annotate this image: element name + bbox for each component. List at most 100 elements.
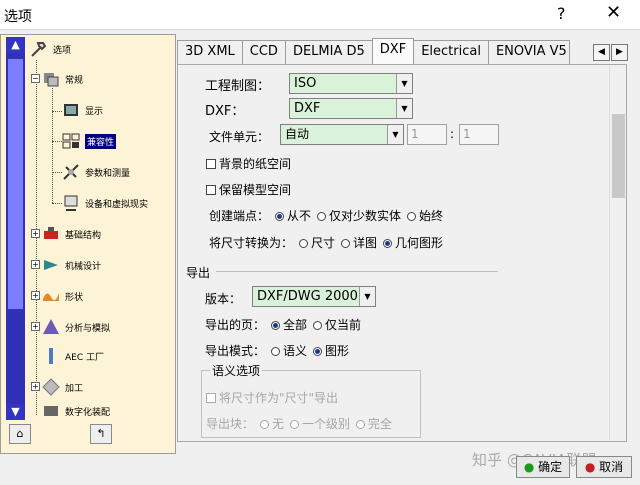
radio-endpoints-always[interactable] [407,212,417,221]
tab-delmia-d5[interactable]: DELMIA D5 [284,40,373,64]
compatibility-icon [62,133,80,149]
devices-icon [64,195,78,211]
window-title: 选项 [4,9,32,25]
tree-item-parameters[interactable]: 参数和测量 [62,163,130,181]
tab-dxf[interactable]: DXF [371,38,415,64]
tree-nav-reset-button[interactable]: ↰ [90,424,112,444]
display-icon [64,104,78,116]
parameters-icon [63,164,79,180]
tab-scroll-left-icon[interactable]: ◀ [593,44,610,61]
tree-item-infrastructure[interactable]: 基础结构 [42,225,101,243]
radio-mode-semantic[interactable] [271,347,281,356]
tab-ccd[interactable]: CCD [241,40,286,64]
scroll-down-icon[interactable]: ▼ [6,404,25,420]
dimension-convert-row: 将尺寸转换为： 尺寸 详图 几何图形 [209,236,444,250]
tree-scroll-thumb[interactable] [8,59,23,309]
chevron-down-icon[interactable]: ▼ [359,287,375,306]
expand-infrastructure-icon[interactable]: + [31,229,40,238]
tab-electrical[interactable]: Electrical [413,40,489,64]
tree-item-compatibility[interactable]: 兼容性 [62,132,117,150]
radio-dim-geometry[interactable] [383,239,393,248]
export-block-row: 导出块：无一个级别 完全 [206,417,393,431]
help-button[interactable]: ? [557,4,566,23]
chevron-down-icon[interactable]: ▼ [396,74,412,93]
radio-pages-current[interactable] [313,321,323,330]
digital-mockup-icon [44,406,58,416]
machining-icon [42,378,60,396]
tab-scroll-right-icon[interactable]: ▶ [611,44,628,61]
drawing-standard-label: 工程制图： [205,79,271,94]
home-icon: ⌂ [16,427,24,440]
tree-item-options[interactable]: 选项 [30,40,71,58]
cancel-icon: ● [584,460,596,474]
tree-item-analysis[interactable]: 分析与模拟 [42,318,110,336]
tree-item-mechanical[interactable]: 机械设计 [42,256,101,274]
drawing-standard-dropdown[interactable]: ISO ▼ [289,73,413,94]
unit-ratio-field-1[interactable]: 1 [407,124,447,145]
radio-pages-all[interactable] [271,321,281,330]
tab-3dxml[interactable]: 3D XML [177,40,243,64]
radio-block-none[interactable] [260,420,270,429]
radio-mode-graphic[interactable] [313,347,323,356]
tree-item-devices[interactable]: 设备和虚拟现实 [62,194,148,212]
semantic-options-title: 语义选项 [210,362,263,379]
chevron-down-icon[interactable]: ▼ [396,99,412,118]
expand-analysis-icon[interactable]: + [31,322,40,331]
background-paper-space-checkbox[interactable]: 背景的纸空间 [206,155,291,172]
radio-dim-dimension[interactable] [299,239,309,248]
aec-icon [49,348,53,364]
ok-icon: ● [523,460,535,474]
export-dim-as-dim-checkbox[interactable]: 将尺寸作为"尺寸"导出 [206,389,338,406]
version-label: 版本： [205,292,242,306]
file-unit-dropdown[interactable]: 自动 ▼ [280,124,404,145]
mechanical-design-icon [44,260,58,270]
radio-block-full[interactable] [356,420,366,429]
radio-endpoints-few[interactable] [317,212,327,221]
tree-nav-back-button[interactable]: ⌂ [9,424,31,444]
title-bar: 选项 ? ✕ [0,0,640,30]
export-separator [216,271,498,272]
tab-enovia-v5[interactable]: ENOVIA V5 V [487,40,570,64]
checkbox-icon[interactable] [206,159,216,169]
analysis-icon [43,319,59,334]
chevron-down-icon[interactable]: ▼ [387,125,403,144]
checkbox-icon[interactable] [206,185,216,195]
tree-item-display[interactable]: 显示 [62,101,103,119]
create-endpoints-row: 创建端点： 从不 仅对少数实体 始终 [209,209,444,223]
radio-dim-detail[interactable] [341,239,351,248]
close-button[interactable]: ✕ [606,2,621,23]
infrastructure-icon [44,227,58,239]
tree-item-shape[interactable]: 形状 [42,287,83,305]
content-scrollbar[interactable] [609,66,626,440]
export-pages-row: 导出的页： 全部 仅当前 [205,318,362,332]
collapse-general-icon[interactable]: − [31,74,40,83]
keep-model-space-checkbox[interactable]: 保留模型空间 [206,181,291,198]
dxf-label: DXF： [205,104,245,119]
tree-scrollbar[interactable]: ▲ ▼ [6,37,25,420]
expand-mechanical-icon[interactable]: + [31,260,40,269]
shape-icon [43,293,59,301]
tree-item-general[interactable]: 常规 [42,70,83,88]
options-tree-panel [0,34,176,454]
file-unit-label: 文件单元： [209,130,270,144]
cancel-button[interactable]: ● 取消 [576,456,632,478]
version-dropdown[interactable]: DXF/DWG 2000 ▼ [252,286,376,307]
radio-block-one-level[interactable] [290,420,300,429]
export-section-title: 导出 [186,266,211,280]
expand-machining-icon[interactable]: + [31,382,40,391]
unit-ratio-field-2[interactable]: 1 [459,124,499,145]
options-icon [31,42,47,57]
tree-item-digital-mockup[interactable]: 数字化装配 [42,405,110,417]
reset-icon: ↰ [96,427,106,440]
ok-button[interactable]: ● 确定 [516,456,570,478]
general-icon [44,73,59,87]
tree-item-machining[interactable]: 加工 [42,378,83,396]
checkbox-icon[interactable] [206,393,216,403]
dxf-dropdown[interactable]: DXF ▼ [289,98,413,119]
scroll-up-icon[interactable]: ▲ [6,37,25,53]
export-mode-row: 导出模式： 语义 图形 [205,344,350,358]
radio-endpoints-never[interactable] [275,212,285,221]
content-scroll-thumb[interactable] [612,114,625,198]
tree-item-aec[interactable]: AEC 工厂 [42,347,104,365]
expand-shape-icon[interactable]: + [31,291,40,300]
